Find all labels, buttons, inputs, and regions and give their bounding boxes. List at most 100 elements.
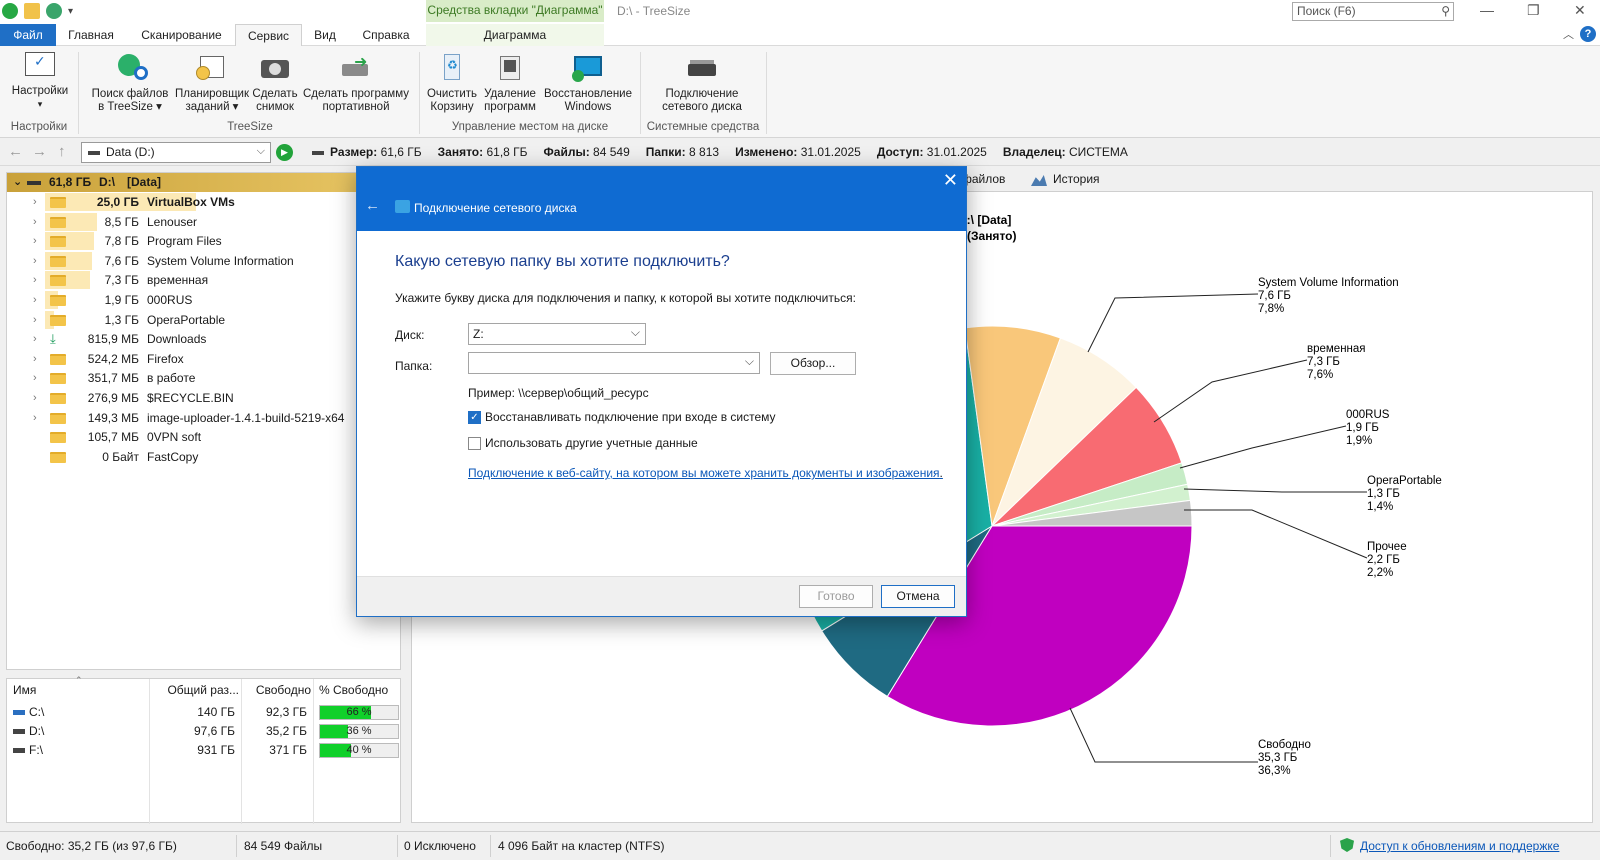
minimize-icon[interactable]: — [1480, 2, 1494, 18]
drive-select[interactable]: Data (D:) ⌵ [81, 142, 271, 163]
scan-folder-icon[interactable] [24, 3, 40, 19]
tree-row[interactable]: › 276,9 МБ $RECYCLE.BIN [7, 388, 400, 408]
chevron-right-icon[interactable]: › [33, 329, 37, 349]
folder-icon [50, 295, 66, 306]
chevron-down-icon[interactable]: ⌵ [257, 145, 265, 158]
website-connect-link[interactable]: Подключение к веб-сайту, на котором вы м… [468, 466, 940, 480]
refresh-icon[interactable] [46, 3, 62, 19]
back-arrow-icon[interactable]: ← [8, 143, 23, 160]
chevron-right-icon[interactable]: › [33, 368, 37, 388]
slice-label-size: 2,2 ГБ [1367, 554, 1400, 566]
checkbox-checked-icon[interactable]: ✓ [468, 411, 481, 424]
chevron-right-icon[interactable]: › [33, 212, 37, 232]
disk-letter-select[interactable]: Z: ⌵ [468, 323, 646, 345]
tab-service[interactable]: Сервис [235, 24, 302, 46]
cancel-button[interactable]: Отмена [881, 585, 955, 608]
back-arrow-icon[interactable]: ← [365, 197, 380, 214]
search-icon[interactable]: ⚲ [1441, 4, 1450, 18]
tab-help[interactable]: Справка [352, 24, 420, 46]
tab-chart[interactable]: Диаграмма [426, 24, 604, 46]
tree-row-name: VirtualBox VMs [147, 195, 235, 209]
chevron-down-icon[interactable]: ⌵ [631, 325, 640, 340]
finish-button[interactable]: Готово [799, 585, 873, 608]
tree-root-row[interactable]: ⌄ 61,8 ГБ D:\ [Data] [7, 173, 400, 192]
slice-label-pct: 1,4% [1367, 501, 1393, 513]
empty-recycle-bin-button[interactable]: ♻ Очистить Корзину [424, 52, 480, 114]
map-network-drive-button[interactable]: Подключение сетевого диска [646, 52, 758, 114]
tree-row[interactable]: › 25,0 ГБ VirtualBox VMs [7, 192, 400, 212]
tab-files-partial[interactable]: файлов [962, 172, 1005, 186]
help-icon[interactable]: ? [1580, 26, 1596, 42]
tree-row[interactable]: › 7,3 ГБ временная [7, 270, 400, 290]
chevron-right-icon[interactable]: › [33, 349, 37, 369]
folder-tree[interactable]: ⌄ 61,8 ГБ D:\ [Data] › 25,0 ГБ VirtualBox … [6, 172, 401, 670]
tab-file[interactable]: Файл [0, 24, 56, 46]
tab-view[interactable]: Вид [306, 24, 344, 46]
chevron-right-icon[interactable]: › [33, 408, 37, 428]
scan-start-button[interactable]: ▶ [276, 144, 293, 161]
tab-history[interactable]: История [1053, 172, 1100, 186]
drive-icon [27, 181, 41, 185]
drive-row[interactable]: C:\ 140 ГБ 92,3 ГБ 66 % [7, 703, 400, 722]
checkbox-unchecked-icon[interactable] [468, 437, 481, 450]
windows-restore-button[interactable]: Восстановление Windows [540, 52, 636, 114]
search-input[interactable]: Поиск (F6) ⚲ [1292, 2, 1454, 21]
tree-row[interactable]: › 351,7 МБ в работе [7, 368, 400, 388]
chevron-right-icon[interactable]: › [33, 388, 37, 408]
tree-row[interactable]: › 1,9 ГБ 000RUS [7, 290, 400, 310]
up-arrow-icon[interactable]: ↑ [58, 143, 66, 160]
tree-row[interactable]: 0 Байт FastCopy [7, 447, 400, 467]
drive-col-total[interactable]: Общий раз... [159, 679, 239, 701]
windows-restore-label-2: Windows [564, 101, 612, 113]
status-free: Свободно: 35,2 ГБ (из 97,6 ГБ) [6, 839, 177, 853]
drive-col-free-pct[interactable]: % Свободно [319, 679, 388, 701]
chevron-down-icon[interactable]: ⌵ [745, 354, 754, 369]
scheduler-button[interactable]: Планировщик заданий ▾ [172, 52, 252, 114]
portable-button[interactable]: ➜ Сделать программу портативной [300, 52, 412, 114]
update-support-link[interactable]: Доступ к обновлениям и поддержке [1360, 839, 1559, 853]
snapshot-button[interactable]: Сделать снимок [252, 52, 298, 114]
shield-check-icon [1340, 838, 1354, 852]
chevron-right-icon[interactable]: › [33, 310, 37, 330]
tree-row[interactable]: 105,7 МБ 0VPN soft [7, 427, 400, 447]
tab-home[interactable]: Главная [58, 24, 124, 46]
tree-row[interactable]: › 149,3 МБ image-uploader-1.4.1-build-5219… [7, 408, 400, 428]
chevron-right-icon[interactable]: › [33, 192, 37, 212]
restore-icon[interactable]: ❐ [1527, 2, 1540, 19]
tree-row[interactable]: › 7,8 ГБ Program Files [7, 231, 400, 251]
drive-row[interactable]: D:\ 97,6 ГБ 35,2 ГБ 36 % [7, 722, 400, 741]
tree-row-name: Downloads [147, 332, 207, 347]
chevron-down-icon[interactable]: ⌄ [13, 173, 22, 192]
tree-row-name: $RECYCLE.BIN [147, 391, 234, 405]
close-icon[interactable]: ✕ [943, 170, 958, 191]
tree-row[interactable]: › 1,3 ГБ OperaPortable [7, 310, 400, 330]
close-icon[interactable]: ✕ [1574, 2, 1586, 19]
tree-row[interactable]: › ⤓ 815,9 МБ Downloads [7, 329, 400, 349]
drive-list[interactable]: Имя ⌃ Общий раз... Свободно % Свободно C… [6, 675, 401, 824]
uninstall-programs-button[interactable]: Удаление программ [482, 52, 538, 114]
group-disk-management: Управление местом на диске [451, 121, 609, 133]
tree-root-size: 61,8 ГБ [49, 175, 92, 189]
drive-row[interactable]: F:\ 931 ГБ 371 ГБ 40 % [7, 741, 400, 760]
settings-button[interactable]: ✓ Настройки ▾ [6, 52, 74, 111]
tree-row[interactable]: › 7,6 ГБ System Volume Information [7, 251, 400, 271]
chevron-right-icon[interactable]: › [33, 270, 37, 290]
drive-col-free[interactable]: Свободно [245, 679, 311, 701]
drive-free: 371 ГБ [269, 743, 307, 757]
chevron-right-icon[interactable]: › [33, 231, 37, 251]
chevron-right-icon[interactable]: › [33, 251, 37, 271]
search-files-button[interactable]: Поиск файлов в TreeSize ▾ [88, 52, 172, 114]
callout-line [1087, 293, 1259, 353]
collapse-ribbon-icon[interactable]: ︿ [1563, 26, 1574, 42]
folder-path-input[interactable]: ⌵ [468, 352, 760, 374]
forward-arrow-icon[interactable]: → [32, 143, 47, 160]
browse-button[interactable]: Обзор... [770, 352, 856, 375]
drive-col-name[interactable]: Имя [13, 679, 36, 701]
stat-files: Файлы: 84 549 [543, 145, 630, 159]
tree-row[interactable]: › 8,5 ГБ Lenouser [7, 212, 400, 232]
chevron-right-icon[interactable]: › [33, 290, 37, 310]
tab-scan[interactable]: Сканирование [130, 24, 233, 46]
customize-qat-icon[interactable]: ▾ [68, 6, 73, 17]
tree-row[interactable]: › 524,2 МБ Firefox [7, 349, 400, 369]
dialog-question: Какую сетевую папку вы хотите подключить… [395, 253, 730, 270]
